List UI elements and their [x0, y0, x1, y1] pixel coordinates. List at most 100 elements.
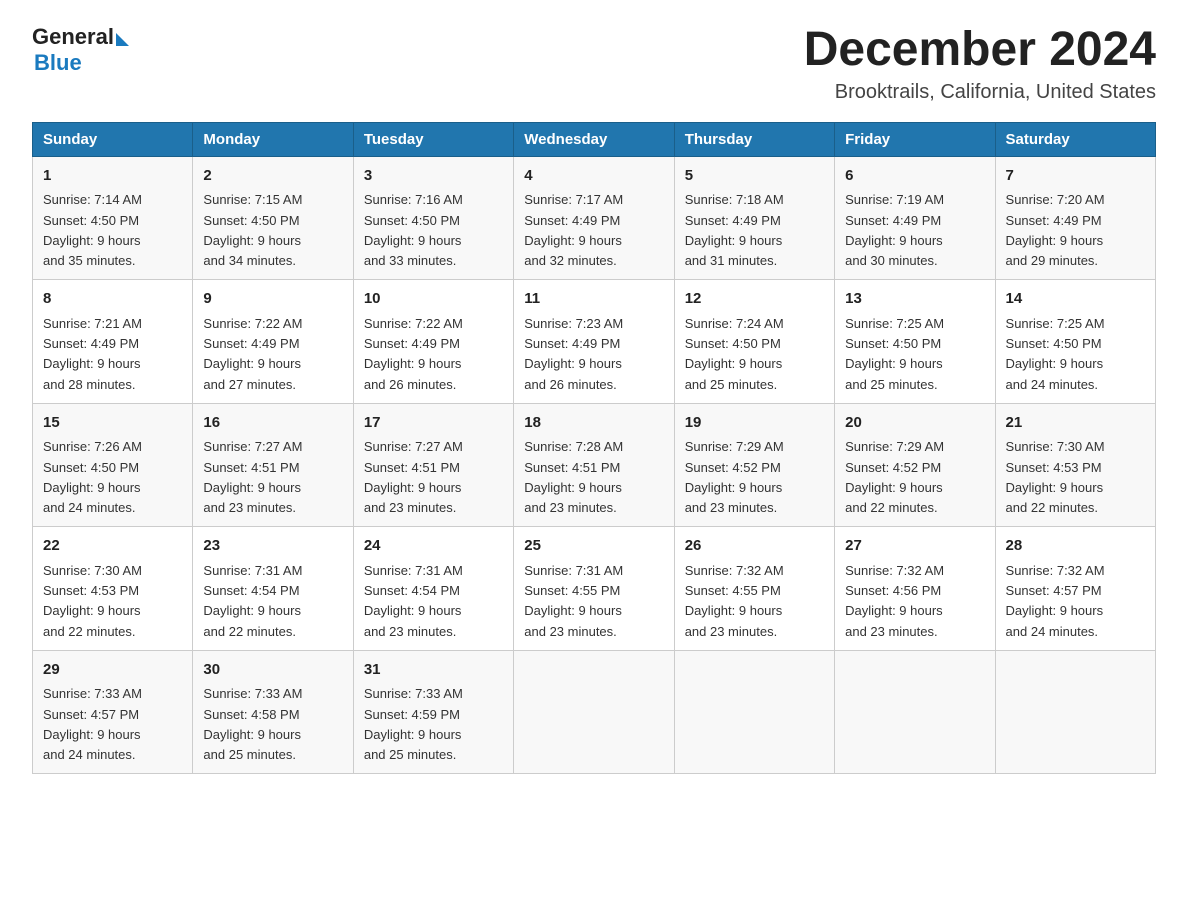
calendar-week-row: 29 Sunrise: 7:33 AMSunset: 4:57 PMDaylig… — [33, 650, 1156, 774]
day-info: Sunrise: 7:28 AMSunset: 4:51 PMDaylight:… — [524, 439, 623, 515]
day-info: Sunrise: 7:32 AMSunset: 4:57 PMDaylight:… — [1006, 563, 1105, 639]
calendar-cell: 11 Sunrise: 7:23 AMSunset: 4:49 PMDaylig… — [514, 280, 674, 404]
col-header-saturday: Saturday — [995, 122, 1155, 156]
day-number: 9 — [203, 288, 342, 311]
day-info: Sunrise: 7:25 AMSunset: 4:50 PMDaylight:… — [1006, 316, 1105, 392]
calendar-table: SundayMondayTuesdayWednesdayThursdayFrid… — [32, 122, 1156, 775]
calendar-cell: 20 Sunrise: 7:29 AMSunset: 4:52 PMDaylig… — [835, 403, 995, 527]
day-number: 29 — [43, 659, 182, 682]
calendar-cell: 5 Sunrise: 7:18 AMSunset: 4:49 PMDayligh… — [674, 156, 834, 280]
calendar-cell: 12 Sunrise: 7:24 AMSunset: 4:50 PMDaylig… — [674, 280, 834, 404]
day-number: 3 — [364, 165, 503, 188]
calendar-week-row: 22 Sunrise: 7:30 AMSunset: 4:53 PMDaylig… — [33, 527, 1156, 651]
day-number: 12 — [685, 288, 824, 311]
calendar-cell: 14 Sunrise: 7:25 AMSunset: 4:50 PMDaylig… — [995, 280, 1155, 404]
day-info: Sunrise: 7:30 AMSunset: 4:53 PMDaylight:… — [1006, 439, 1105, 515]
day-number: 25 — [524, 535, 663, 558]
calendar-cell: 30 Sunrise: 7:33 AMSunset: 4:58 PMDaylig… — [193, 650, 353, 774]
day-info: Sunrise: 7:32 AMSunset: 4:56 PMDaylight:… — [845, 563, 944, 639]
day-info: Sunrise: 7:19 AMSunset: 4:49 PMDaylight:… — [845, 192, 944, 268]
col-header-tuesday: Tuesday — [353, 122, 513, 156]
day-info: Sunrise: 7:25 AMSunset: 4:50 PMDaylight:… — [845, 316, 944, 392]
day-number: 6 — [845, 165, 984, 188]
day-info: Sunrise: 7:14 AMSunset: 4:50 PMDaylight:… — [43, 192, 142, 268]
day-info: Sunrise: 7:22 AMSunset: 4:49 PMDaylight:… — [203, 316, 302, 392]
calendar-cell: 28 Sunrise: 7:32 AMSunset: 4:57 PMDaylig… — [995, 527, 1155, 651]
logo: General Blue — [32, 24, 129, 76]
day-number: 14 — [1006, 288, 1145, 311]
calendar-header-row: SundayMondayTuesdayWednesdayThursdayFrid… — [33, 122, 1156, 156]
day-info: Sunrise: 7:33 AMSunset: 4:58 PMDaylight:… — [203, 686, 302, 762]
calendar-cell: 26 Sunrise: 7:32 AMSunset: 4:55 PMDaylig… — [674, 527, 834, 651]
calendar-cell: 6 Sunrise: 7:19 AMSunset: 4:49 PMDayligh… — [835, 156, 995, 280]
day-number: 21 — [1006, 412, 1145, 435]
calendar-cell — [674, 650, 834, 774]
day-number: 10 — [364, 288, 503, 311]
day-number: 18 — [524, 412, 663, 435]
col-header-friday: Friday — [835, 122, 995, 156]
logo-triangle-icon — [116, 33, 129, 46]
calendar-cell: 3 Sunrise: 7:16 AMSunset: 4:50 PMDayligh… — [353, 156, 513, 280]
day-info: Sunrise: 7:30 AMSunset: 4:53 PMDaylight:… — [43, 563, 142, 639]
calendar-cell: 31 Sunrise: 7:33 AMSunset: 4:59 PMDaylig… — [353, 650, 513, 774]
calendar-location: Brooktrails, California, United States — [804, 81, 1156, 104]
day-info: Sunrise: 7:18 AMSunset: 4:49 PMDaylight:… — [685, 192, 784, 268]
day-info: Sunrise: 7:27 AMSunset: 4:51 PMDaylight:… — [203, 439, 302, 515]
day-number: 19 — [685, 412, 824, 435]
calendar-cell: 23 Sunrise: 7:31 AMSunset: 4:54 PMDaylig… — [193, 527, 353, 651]
day-number: 23 — [203, 535, 342, 558]
day-info: Sunrise: 7:27 AMSunset: 4:51 PMDaylight:… — [364, 439, 463, 515]
day-info: Sunrise: 7:29 AMSunset: 4:52 PMDaylight:… — [685, 439, 784, 515]
day-number: 5 — [685, 165, 824, 188]
calendar-cell: 9 Sunrise: 7:22 AMSunset: 4:49 PMDayligh… — [193, 280, 353, 404]
day-number: 27 — [845, 535, 984, 558]
col-header-thursday: Thursday — [674, 122, 834, 156]
day-info: Sunrise: 7:31 AMSunset: 4:54 PMDaylight:… — [364, 563, 463, 639]
day-number: 2 — [203, 165, 342, 188]
day-info: Sunrise: 7:31 AMSunset: 4:55 PMDaylight:… — [524, 563, 623, 639]
calendar-cell: 24 Sunrise: 7:31 AMSunset: 4:54 PMDaylig… — [353, 527, 513, 651]
day-info: Sunrise: 7:26 AMSunset: 4:50 PMDaylight:… — [43, 439, 142, 515]
calendar-week-row: 1 Sunrise: 7:14 AMSunset: 4:50 PMDayligh… — [33, 156, 1156, 280]
day-number: 28 — [1006, 535, 1145, 558]
day-number: 11 — [524, 288, 663, 311]
day-info: Sunrise: 7:20 AMSunset: 4:49 PMDaylight:… — [1006, 192, 1105, 268]
calendar-cell: 29 Sunrise: 7:33 AMSunset: 4:57 PMDaylig… — [33, 650, 193, 774]
title-block: December 2024 Brooktrails, California, U… — [804, 24, 1156, 104]
calendar-cell: 8 Sunrise: 7:21 AMSunset: 4:49 PMDayligh… — [33, 280, 193, 404]
day-number: 15 — [43, 412, 182, 435]
calendar-cell — [514, 650, 674, 774]
page-header: General Blue December 2024 Brooktrails, … — [32, 24, 1156, 104]
day-number: 20 — [845, 412, 984, 435]
calendar-cell — [995, 650, 1155, 774]
day-info: Sunrise: 7:23 AMSunset: 4:49 PMDaylight:… — [524, 316, 623, 392]
calendar-cell: 2 Sunrise: 7:15 AMSunset: 4:50 PMDayligh… — [193, 156, 353, 280]
calendar-week-row: 15 Sunrise: 7:26 AMSunset: 4:50 PMDaylig… — [33, 403, 1156, 527]
calendar-cell: 22 Sunrise: 7:30 AMSunset: 4:53 PMDaylig… — [33, 527, 193, 651]
logo-blue-text: Blue — [34, 50, 129, 76]
day-info: Sunrise: 7:24 AMSunset: 4:50 PMDaylight:… — [685, 316, 784, 392]
calendar-cell: 1 Sunrise: 7:14 AMSunset: 4:50 PMDayligh… — [33, 156, 193, 280]
calendar-title: December 2024 — [804, 24, 1156, 77]
day-info: Sunrise: 7:31 AMSunset: 4:54 PMDaylight:… — [203, 563, 302, 639]
day-info: Sunrise: 7:33 AMSunset: 4:59 PMDaylight:… — [364, 686, 463, 762]
day-info: Sunrise: 7:32 AMSunset: 4:55 PMDaylight:… — [685, 563, 784, 639]
day-info: Sunrise: 7:21 AMSunset: 4:49 PMDaylight:… — [43, 316, 142, 392]
day-number: 31 — [364, 659, 503, 682]
calendar-cell: 19 Sunrise: 7:29 AMSunset: 4:52 PMDaylig… — [674, 403, 834, 527]
col-header-sunday: Sunday — [33, 122, 193, 156]
day-number: 7 — [1006, 165, 1145, 188]
day-number: 30 — [203, 659, 342, 682]
calendar-cell: 18 Sunrise: 7:28 AMSunset: 4:51 PMDaylig… — [514, 403, 674, 527]
day-number: 24 — [364, 535, 503, 558]
calendar-cell: 16 Sunrise: 7:27 AMSunset: 4:51 PMDaylig… — [193, 403, 353, 527]
calendar-cell: 15 Sunrise: 7:26 AMSunset: 4:50 PMDaylig… — [33, 403, 193, 527]
day-number: 1 — [43, 165, 182, 188]
day-number: 4 — [524, 165, 663, 188]
calendar-cell: 13 Sunrise: 7:25 AMSunset: 4:50 PMDaylig… — [835, 280, 995, 404]
day-info: Sunrise: 7:16 AMSunset: 4:50 PMDaylight:… — [364, 192, 463, 268]
day-number: 16 — [203, 412, 342, 435]
day-info: Sunrise: 7:22 AMSunset: 4:49 PMDaylight:… — [364, 316, 463, 392]
logo-general-text: General — [32, 24, 114, 50]
day-info: Sunrise: 7:15 AMSunset: 4:50 PMDaylight:… — [203, 192, 302, 268]
